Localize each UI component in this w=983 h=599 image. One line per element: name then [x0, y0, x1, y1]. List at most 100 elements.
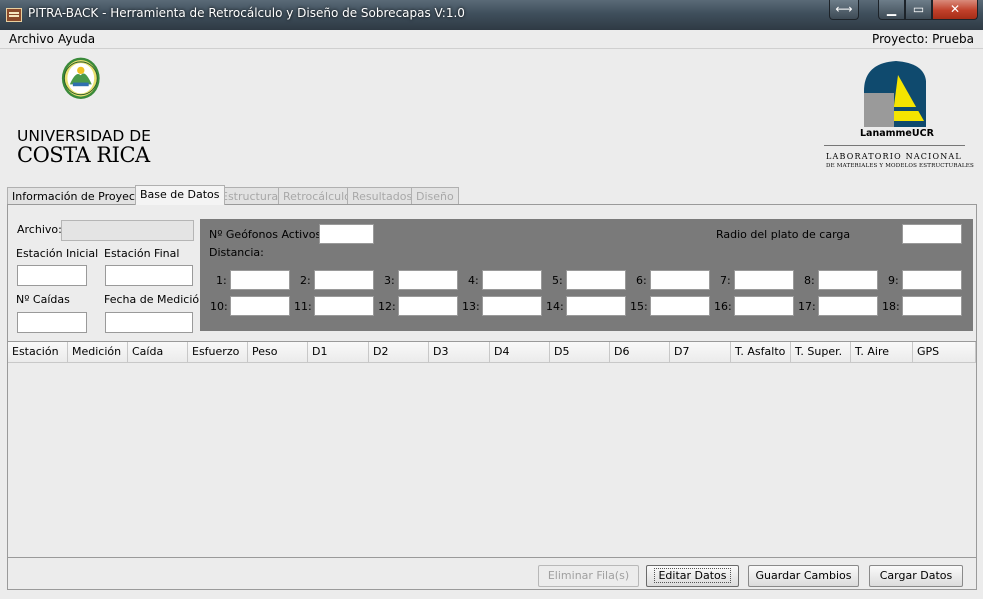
- distancia-label-7: 7:: [720, 274, 731, 287]
- distancia-label-8: 8:: [804, 274, 815, 287]
- distancia-label-14: 14:: [546, 300, 564, 313]
- tab-base-de-datos[interactable]: Base de Datos: [135, 185, 225, 205]
- column-header[interactable]: D7: [670, 342, 731, 362]
- close-button[interactable]: ✕: [932, 0, 978, 20]
- distancia-input-13[interactable]: [482, 296, 542, 316]
- archivo-label: Archivo:: [17, 223, 62, 236]
- n-caidas-label: Nº Caídas: [16, 293, 70, 306]
- distancia-input-1[interactable]: [230, 270, 290, 290]
- window-title: PITRA-BACK - Herramienta de Retrocálculo…: [28, 6, 465, 20]
- column-header[interactable]: Esfuerzo: [188, 342, 248, 362]
- lanamme-logo: [864, 61, 926, 127]
- column-header[interactable]: Peso: [248, 342, 308, 362]
- menu-bar: Archivo Ayuda Proyecto: Prueba: [0, 30, 983, 49]
- estacion-inicial-label: Estación Inicial: [16, 247, 99, 260]
- radio-plato-input[interactable]: [902, 224, 962, 244]
- data-table[interactable]: Estación Medición Caída Esfuerzo Peso D1 D2 D3 D…: [8, 341, 976, 558]
- distancia-input-14[interactable]: [566, 296, 626, 316]
- tab-informacion-proyecto[interactable]: Información de Proyecto: [7, 187, 151, 204]
- cargar-datos-label: Cargar Datos: [879, 569, 953, 582]
- distancia-label-1: 1:: [216, 274, 227, 287]
- resize-icon[interactable]: ⟷: [829, 0, 859, 20]
- lanamme-name: LanammeUCR: [860, 128, 934, 139]
- cargar-datos-button[interactable]: Cargar Datos: [869, 565, 963, 587]
- distancia-input-7[interactable]: [734, 270, 794, 290]
- distancia-input-3[interactable]: [398, 270, 458, 290]
- lanamme-lab-text: LABORATORIO NACIONAL: [826, 152, 962, 161]
- column-header[interactable]: GPS: [913, 342, 976, 362]
- distancia-label-3: 3:: [384, 274, 395, 287]
- column-header[interactable]: Caída: [128, 342, 188, 362]
- distancia-label-4: 4:: [468, 274, 479, 287]
- distancia-label-15: 15:: [630, 300, 648, 313]
- app-window: PITRA-BACK - Herramienta de Retrocálculo…: [0, 0, 983, 599]
- distancia-label-13: 13:: [462, 300, 480, 313]
- estacion-final-label: Estación Final: [104, 247, 180, 260]
- geofonos-input[interactable]: [319, 224, 374, 244]
- distancia-input-18[interactable]: [902, 296, 962, 316]
- distancia-label-6: 6:: [636, 274, 647, 287]
- column-header[interactable]: T. Super.: [791, 342, 851, 362]
- distancia-label-2: 2:: [300, 274, 311, 287]
- n-caidas-input[interactable]: [17, 312, 87, 333]
- guardar-cambios-label: Guardar Cambios: [755, 569, 852, 582]
- distancia-label-10: 10:: [210, 300, 228, 313]
- distancia-input-8[interactable]: [818, 270, 878, 290]
- column-header[interactable]: D5: [550, 342, 610, 362]
- distancia-input-6[interactable]: [650, 270, 710, 290]
- minimize-button[interactable]: ▁: [878, 0, 905, 20]
- archivo-field: [61, 220, 194, 241]
- fecha-medicion-label: Fecha de Medición: [104, 293, 207, 306]
- distancia-label: Distancia:: [209, 246, 264, 259]
- column-header[interactable]: T. Aire: [851, 342, 913, 362]
- column-header[interactable]: Estación: [8, 342, 68, 362]
- column-header[interactable]: D2: [369, 342, 429, 362]
- eliminar-fila-label: Eliminar Fila(s): [547, 569, 630, 582]
- lanamme-sub-text: DE MATERIALES Y MODELOS ESTRUCTURALES: [826, 163, 974, 169]
- distancia-label-12: 12:: [378, 300, 396, 313]
- tab-diseno[interactable]: Diseño: [411, 187, 459, 204]
- column-header[interactable]: D6: [610, 342, 670, 362]
- distancia-input-10[interactable]: [230, 296, 290, 316]
- distancia-label-11: 11:: [294, 300, 312, 313]
- distancia-input-4[interactable]: [482, 270, 542, 290]
- menu-archivo[interactable]: Archivo: [9, 32, 54, 46]
- column-header[interactable]: D1: [308, 342, 369, 362]
- estacion-final-input[interactable]: [105, 265, 193, 286]
- distancia-input-9[interactable]: [902, 270, 962, 290]
- ucr-logo: [61, 57, 100, 99]
- menu-ayuda[interactable]: Ayuda: [58, 32, 95, 46]
- editar-datos-button[interactable]: Editar Datos: [646, 565, 739, 587]
- column-header[interactable]: Medición: [68, 342, 128, 362]
- maximize-button[interactable]: ▭: [905, 0, 932, 20]
- distancia-input-11[interactable]: [314, 296, 374, 316]
- distancia-label-17: 17:: [798, 300, 816, 313]
- distancia-input-16[interactable]: [734, 296, 794, 316]
- column-header[interactable]: T. Asfalto: [731, 342, 791, 362]
- distancia-input-5[interactable]: [566, 270, 626, 290]
- app-icon: [6, 8, 22, 22]
- eliminar-fila-button[interactable]: Eliminar Fila(s): [538, 565, 639, 587]
- column-header[interactable]: D3: [429, 342, 490, 362]
- title-bar[interactable]: PITRA-BACK - Herramienta de Retrocálculo…: [0, 0, 983, 30]
- project-label: Proyecto: Prueba: [872, 32, 974, 46]
- lanamme-divider: [824, 145, 965, 146]
- column-header[interactable]: D4: [490, 342, 550, 362]
- distancia-input-17[interactable]: [818, 296, 878, 316]
- estacion-inicial-input[interactable]: [17, 265, 87, 286]
- editar-datos-label: Editar Datos: [654, 568, 731, 583]
- distancia-label-18: 18:: [882, 300, 900, 313]
- ucr-name-line2: COSTA RICA: [17, 143, 150, 167]
- distancia-label-16: 16:: [714, 300, 732, 313]
- distancia-label-9: 9:: [888, 274, 899, 287]
- fecha-medicion-input[interactable]: [105, 312, 193, 333]
- guardar-cambios-button[interactable]: Guardar Cambios: [748, 565, 859, 587]
- distancia-input-15[interactable]: [650, 296, 710, 316]
- distancia-label-5: 5:: [552, 274, 563, 287]
- tab-estructura[interactable]: Estructura: [216, 187, 284, 204]
- tab-resultados[interactable]: Resultados: [347, 187, 418, 204]
- distancia-input-12[interactable]: [398, 296, 458, 316]
- distancia-input-2[interactable]: [314, 270, 374, 290]
- radio-plato-label: Radio del plato de carga: [716, 228, 851, 241]
- tab-retrocalculo[interactable]: Retrocálculo: [278, 187, 356, 204]
